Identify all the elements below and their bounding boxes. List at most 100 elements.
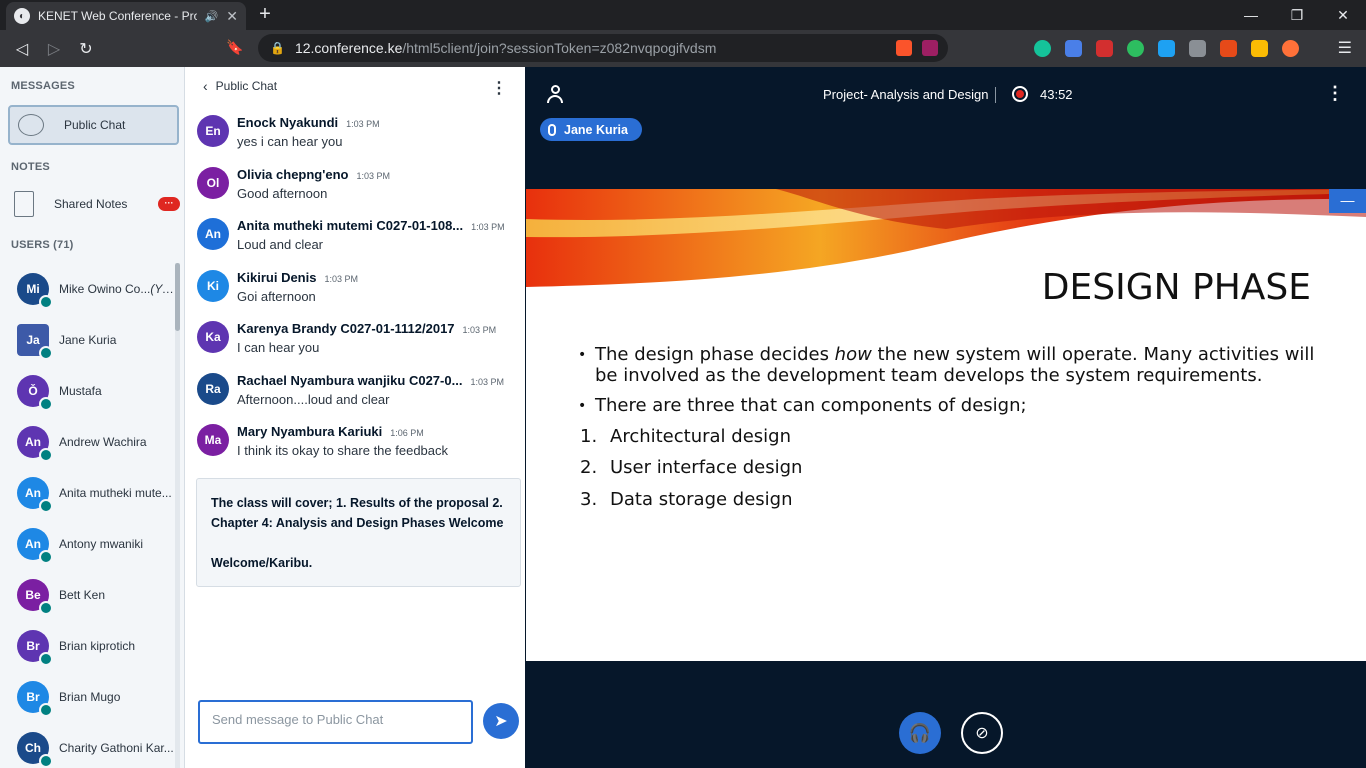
user-list-item[interactable]: Br Brian kiprotich [0,620,178,671]
audio-button[interactable]: 🎧 [899,712,941,754]
message-author: Kikirui Denis [237,269,317,285]
listen-only-icon [39,447,53,462]
scrollbar-thumb[interactable] [175,263,180,331]
minimize-window-button[interactable]: — [1228,0,1274,30]
user-name: Brian kiprotich [59,638,136,653]
message-author: Enock Nyakundi [237,115,339,130]
user-list-item[interactable]: An Andrew Wachira [0,416,178,467]
listen-only-icon [39,549,53,564]
message-time: 1:03 PM [470,376,504,387]
listen-only-icon [39,651,53,666]
talking-indicator[interactable]: Jane Kuria [540,118,642,141]
welcome-line: The class will cover; 1. Results of the … [211,496,503,510]
extension-grey-icon[interactable] [1189,40,1206,57]
brave-rewards-icon[interactable] [922,40,938,56]
user-list-item[interactable]: An Antony mwaniki [0,518,178,569]
listen-only-icon [39,702,53,717]
extension-fox-icon[interactable] [1282,40,1299,57]
chat-bubble-icon [18,114,44,136]
send-button[interactable]: ➤ [483,703,519,739]
message-text: Goi afternoon [237,288,316,304]
avatar: Mi [17,272,53,309]
talker-name: Jane Kuria [564,122,628,137]
camera-off-icon: ⊘ [975,725,989,742]
avatar: Br [17,680,53,717]
user-list-toggle-icon[interactable] [546,85,564,103]
reload-icon[interactable]: ↻ [70,39,102,59]
user-list-scrollbar[interactable] [175,263,180,768]
microphone-icon [548,123,556,136]
close-window-button[interactable]: ✕ [1320,0,1366,30]
message-time: 1:03 PM [346,119,380,129]
user-name: Brian Mugo [59,689,121,704]
chat-message-input[interactable]: Send message to Public Chat [198,700,473,744]
window-controls: — ❐ ✕ [1228,0,1366,30]
extension-red-icon[interactable] [1096,40,1113,57]
options-icon[interactable]: ⋮ [1326,83,1344,104]
lock-icon[interactable]: 🔒 [270,41,285,55]
message-text: Afternoon....loud and clear [237,391,390,407]
chat-title[interactable]: Public Chat [216,79,277,93]
avatar: Ja [17,323,53,360]
restore-window-button[interactable]: ❐ [1274,0,1320,30]
user-list-item[interactable]: Br Brian Mugo [0,671,178,722]
close-icon[interactable]: ✕ [226,8,238,25]
user-list-item[interactable]: Ǒ Mustafa [0,365,178,416]
recording-icon[interactable] [1012,86,1028,102]
address-bar[interactable]: 🔒 12.conference.ke /html5client/join?ses… [258,34,948,62]
evernote-icon[interactable] [1127,40,1144,57]
browser-tab-bar: ◐ KENET Web Conference - Proj 🔊 ✕ + — ❐ … [0,0,1366,30]
listen-only-icon [39,498,53,513]
chevron-left-icon[interactable]: ‹ [203,78,208,94]
translate-icon[interactable] [1065,40,1082,57]
user-name: Antony mwaniki [59,536,144,551]
user-list-panel: MESSAGES Public Chat NOTES Shared Notes … [0,67,185,768]
chat-message: Ol Olivia chepng'eno 1:03 PM Good afternoon [197,166,517,219]
chat-options-icon[interactable]: ⋮ [491,78,507,98]
presentation-slide: — DESIGN PHASE • The design phase decide… [526,189,1366,661]
users-section-label: USERS (71) [11,239,74,251]
message-text: I can hear you [237,340,320,355]
avatar: Ma [197,424,229,456]
minimize-presentation-button[interactable]: — [1329,189,1366,213]
user-list-item[interactable]: An Anita mutheki mute... [0,467,178,518]
user-list-item[interactable]: Ja Jane Kuria [0,314,178,365]
grammarly-icon[interactable] [1034,40,1051,57]
shared-notes-item[interactable]: Shared Notes ··· [14,191,180,217]
drive-icon[interactable] [1251,40,1268,57]
message-author: Anita mutheki mutemi C027-01-108... [237,218,464,233]
user-list-item[interactable]: Mi Mike Owino Co...(You) [0,263,178,314]
user-list-item[interactable]: Be Bett Ken [0,569,178,620]
message-time: 1:06 PM [390,428,424,438]
browser-tab[interactable]: ◐ KENET Web Conference - Proj 🔊 ✕ [6,2,246,30]
back-icon[interactable]: ◁ [6,39,38,59]
conference-app: MESSAGES Public Chat NOTES Shared Notes … [0,67,1366,768]
title-divider [995,87,996,103]
listen-only-icon [39,600,53,615]
avatar: Be [17,578,53,615]
extension-blue-icon[interactable] [1158,40,1175,57]
public-chat-item[interactable]: Public Chat [8,105,179,145]
user-name: Bett Ken [59,587,106,602]
new-tab-button[interactable]: + [253,3,277,26]
bookmark-icon[interactable]: 🔖 [226,39,243,56]
brave-shield-icon[interactable] [896,40,912,56]
office-icon[interactable] [1220,40,1237,57]
avatar: Ra [197,372,229,405]
forward-icon[interactable]: ▷ [38,39,70,59]
speaker-icon[interactable]: 🔊 [205,10,219,23]
site-favicon-icon: ◐ [14,8,30,24]
message-time: 1:03 PM [324,273,358,284]
slide-numbered-item: 3. Data storage design [580,488,793,510]
shared-notes-label: Shared Notes [54,197,128,211]
browser-menu-icon[interactable]: ☰ [1338,38,1352,58]
public-chat-label: Public Chat [64,118,126,132]
slide-numbered-list: 1. Architectural design 2. User interface d… [578,426,1318,511]
slide-bullet: • The design phase decides how the new s… [578,344,1315,386]
video-share-button[interactable]: ⊘ [961,712,1003,754]
welcome-line: Chapter 4: Analysis and Design Phases We… [211,516,504,530]
user-list-item[interactable]: Ch Charity Gathoni Kar... [0,722,178,768]
browser-toolbar: ◁ ▷ ↻ 🔖 🔒 12.conference.ke /html5client/… [0,30,1366,67]
chat-message: Ra Rachael Nyambura wanjiku C027-0... 1:03… [197,372,517,425]
chat-panel: ‹ Public Chat ⋮ En Enock Nyakundi 1:03 PM y… [185,67,525,768]
